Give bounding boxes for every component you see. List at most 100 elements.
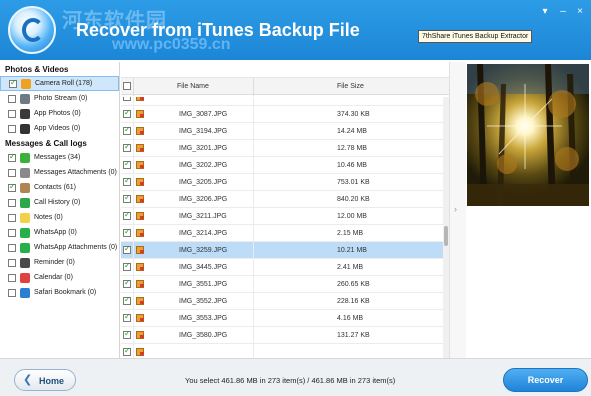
table-row[interactable]: IMG_3445.JPG 2.41 MB [121,259,443,276]
table-row[interactable]: IMG_3211.JPG 12.00 MB [121,208,443,225]
sidebar-item-label: Calendar (0) [34,274,73,281]
table-row[interactable]: IMG_3202.JPG 10.46 MB [121,157,443,174]
row-checkbox[interactable] [123,295,131,305]
sidebar-section-title: Photos & Videos [5,65,69,74]
row-checkbox[interactable] [123,312,131,322]
sidebar-item-whatsapp-attachments[interactable]: WhatsApp Attachments (0) [0,240,119,255]
sidebar-item-app-videos[interactable]: App Videos (0) [0,121,119,136]
sidebar-item-photo-stream[interactable]: Photo Stream (0) [0,91,119,106]
sidebar-item-reminder[interactable]: Reminder (0) [0,255,119,270]
row-checkbox[interactable] [123,329,131,339]
sidebar-item-camera-roll[interactable]: Camera Roll (178) [0,76,119,91]
row-checkbox[interactable] [123,142,131,152]
table-row[interactable]: IMG_3553.JPG 4.16 MB [121,310,443,327]
sidebar-item-calendar[interactable]: Calendar (0) [0,270,119,285]
table-row[interactable] [121,344,443,358]
sidebar-item-label: WhatsApp Attachments (0) [34,244,118,251]
sidebar-item-contacts[interactable]: Contacts (61) [0,180,119,195]
sidebar-item-checkbox[interactable] [8,288,16,297]
file-size-cell: 228.16 KB [337,298,370,305]
row-checkbox[interactable] [123,227,131,237]
table-row[interactable]: IMG_3551.JPG 260.65 KB [121,276,443,293]
row-checkbox[interactable] [123,97,131,101]
row-checkbox[interactable] [123,193,131,203]
table-row[interactable]: IMG_3205.JPG 753.01 KB [121,174,443,191]
sidebar-item-checkbox[interactable] [8,182,16,192]
file-name-cell: IMG_3087.JPG [179,111,228,118]
back-arrow-icon: ❮ [23,374,33,386]
column-header-file-size[interactable]: File Size [337,83,364,90]
sidebar-item-notes[interactable]: Notes (0) [0,210,119,225]
app-videos-icon [20,123,30,134]
camera-roll-icon [21,78,31,89]
sidebar-item-label: Notes (0) [34,214,63,221]
file-list: IMG_3087.JPG 374.30 KB IMG_3194.JPG 14.24 M… [121,97,443,358]
sidebar-item-checkbox[interactable] [8,94,16,103]
sidebar-item-call-history[interactable]: Call History (0) [0,195,119,210]
row-checkbox[interactable] [123,261,131,271]
title-bar: 河东软件园 www.pc0359.cn Recover from iTunes … [0,0,591,60]
row-checkbox[interactable] [123,244,131,254]
row-checkbox[interactable] [123,159,131,169]
footer-bar: ❮ Home You select 461.86 MB in 273 item(… [0,358,591,396]
menu-dropdown-icon[interactable]: ▾ [538,6,552,18]
sidebar-item-checkbox[interactable] [8,228,16,237]
row-checkbox[interactable] [123,278,131,288]
panel-splitter[interactable]: › [449,62,466,358]
table-row[interactable] [121,97,443,106]
file-size-cell: 4.16 MB [337,315,364,322]
row-checkbox[interactable] [123,108,131,118]
minimize-button[interactable]: – [556,6,570,18]
table-row[interactable]: IMG_3194.JPG 14.24 MB [121,123,443,140]
table-row[interactable]: IMG_3580.JPG 131.27 KB [121,327,443,344]
sidebar-item-label: Photo Stream (0) [34,95,88,102]
row-checkbox[interactable] [123,210,131,220]
table-row[interactable]: IMG_3206.JPG 840.20 KB [121,191,443,208]
image-file-icon [136,280,144,288]
image-file-icon [136,178,144,186]
file-name-cell: IMG_3211.JPG [179,213,227,220]
sidebar-item-label: Camera Roll (178) [35,80,93,87]
sidebar-item-safari-bookmark[interactable]: Safari Bookmark (0) [0,285,119,300]
recover-button[interactable]: Recover [503,368,588,392]
sidebar-item-checkbox[interactable] [9,78,17,88]
file-name-cell: IMG_3445.JPG [179,264,228,271]
select-all-checkbox[interactable] [123,82,131,90]
file-size-cell: 2.41 MB [337,264,364,271]
sidebar-item-messages-attachments[interactable]: Messages Attachments (0) [0,165,119,180]
sidebar-item-messages[interactable]: Messages (34) [0,150,119,165]
row-checkbox[interactable] [123,346,131,356]
photo-preview [467,64,589,206]
table-row[interactable]: IMG_3201.JPG 12.78 MB [121,140,443,157]
home-button[interactable]: ❮ Home [14,369,76,391]
collapse-arrow-icon[interactable]: › [454,204,457,214]
sidebar-item-checkbox[interactable] [8,168,16,177]
file-size-cell: 840.20 KB [337,196,370,203]
sidebar-item-checkbox[interactable] [8,258,16,267]
column-header-file-name[interactable]: File Name [177,83,209,90]
sidebar-item-checkbox[interactable] [8,152,16,162]
image-file-icon [136,212,144,220]
sidebar-item-checkbox[interactable] [8,273,16,282]
scrollbar-thumb[interactable] [444,226,448,246]
sidebar-item-app-photos[interactable]: App Photos (0) [0,106,119,121]
app-logo-icon [8,6,56,54]
sidebar-item-checkbox[interactable] [8,243,16,252]
file-size-cell: 10.46 MB [337,162,367,169]
sidebar-item-checkbox[interactable] [8,109,16,118]
image-file-icon [136,297,144,305]
sidebar-item-checkbox[interactable] [8,213,16,222]
sidebar-item-checkbox[interactable] [8,198,16,207]
table-row[interactable]: IMG_3259.JPG 10.21 MB [121,242,443,259]
file-size-cell: 131.27 KB [337,332,370,339]
table-row[interactable]: IMG_3214.JPG 2.15 MB [121,225,443,242]
sidebar-item-whatsapp[interactable]: WhatsApp (0) [0,225,119,240]
table-row[interactable]: IMG_3552.JPG 228.16 KB [121,293,443,310]
table-row[interactable]: IMG_3087.JPG 374.30 KB [121,106,443,123]
app-photos-icon [20,108,30,119]
row-checkbox[interactable] [123,176,131,186]
sidebar-item-checkbox[interactable] [8,124,16,133]
row-checkbox[interactable] [123,125,131,135]
image-file-icon [136,229,144,237]
close-button[interactable]: × [573,6,587,18]
